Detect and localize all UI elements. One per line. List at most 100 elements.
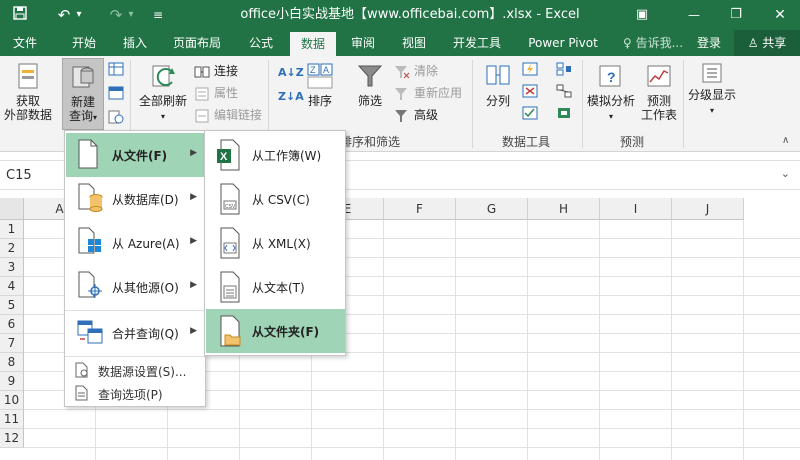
menu-item-label: 从 Azure(A) [112, 237, 180, 251]
svg-text:Z: Z [310, 65, 316, 75]
menu-item-label: 从文件(F) [112, 149, 168, 163]
menu-item-from-xml[interactable]: 从 XML(X) [206, 221, 345, 265]
what-if-analysis-button[interactable]: ? 模拟分析 ▾ [584, 62, 638, 124]
menu-item-label: 从工作簿(W) [252, 149, 322, 163]
submenu-arrow-icon: ▶ [190, 148, 197, 158]
submenu-arrow-icon: ▶ [190, 280, 197, 290]
menu-item-data-source-settings[interactable]: 数据源设置(S)... [66, 359, 205, 381]
collapse-ribbon-icon[interactable]: ∧ [782, 132, 789, 150]
advanced-filter-icon [394, 109, 410, 123]
redo-dropdown-icon[interactable]: ▾ [124, 0, 138, 30]
sort-descending-icon[interactable]: Z↓A [278, 88, 304, 106]
save-icon[interactable] [6, 0, 34, 30]
menu-item-from-file[interactable]: 从文件(F) ▶ [66, 133, 205, 177]
menu-item-label: 从 XML(X) [252, 237, 311, 251]
tell-me-search[interactable]: ♀ 告诉我... [618, 30, 688, 56]
menu-item-label: 数据源设置(S)... [98, 365, 187, 379]
properties-button[interactable]: 属性 [194, 84, 238, 102]
filter-button[interactable]: 筛选 [352, 62, 388, 108]
menu-item-from-csv[interactable]: CSV 从 CSV(C) [206, 177, 345, 221]
tab-page-layout[interactable]: 页面布局 [164, 30, 230, 56]
menu-item-from-azure[interactable]: 从 Azure(A) ▶ [66, 221, 205, 265]
database-icon [78, 183, 103, 212]
remove-duplicates-icon[interactable] [522, 84, 538, 102]
flash-fill-icon[interactable] [522, 62, 538, 80]
menu-item-combine-queries[interactable]: 合并查询(Q) ▶ [66, 311, 205, 355]
submenu-arrow-icon: ▶ [190, 192, 197, 202]
column-header-i[interactable]: I [600, 198, 672, 220]
outline-button[interactable]: 分级显示 ▾ [686, 62, 738, 118]
sort-ascending-icon[interactable]: A↓Z [278, 64, 304, 82]
row-header-9[interactable]: 9 [0, 372, 24, 391]
get-external-data-button[interactable]: 获取 外部数据 [0, 62, 56, 122]
column-header-g[interactable]: G [456, 198, 528, 220]
edit-links-button[interactable]: 编辑链接 [194, 106, 262, 124]
edit-links-icon [194, 109, 210, 123]
folder-icon [220, 315, 241, 347]
connections-button[interactable]: 连接 [194, 62, 238, 80]
row-header-5[interactable]: 5 [0, 296, 24, 315]
from-table-icon[interactable] [108, 86, 124, 104]
csv-file-icon: CSV [220, 183, 240, 215]
sort-button[interactable]: ZA 排序 [302, 62, 338, 108]
tab-formulas[interactable]: 公式 [238, 30, 284, 56]
relationships-icon[interactable] [556, 84, 572, 102]
advanced-filter-button[interactable]: 高级 [394, 106, 438, 124]
tab-insert[interactable]: 插入 [112, 30, 158, 56]
column-header-h[interactable]: H [528, 198, 600, 220]
select-all-corner[interactable] [0, 198, 24, 220]
tab-developer[interactable]: 开发工具 [444, 30, 510, 56]
maximize-icon[interactable]: ❐ [722, 0, 750, 30]
menu-item-from-folder[interactable]: 从文件夹(F) [206, 309, 345, 353]
menu-item-from-other-sources[interactable]: 从其他源(O) ▶ [66, 265, 205, 309]
row-header-10[interactable]: 10 [0, 391, 24, 410]
undo-dropdown-icon[interactable]: ▾ [72, 0, 86, 30]
show-queries-icon[interactable] [108, 62, 124, 80]
link-icon [194, 65, 210, 79]
dropdown-arrow-icon: ▾ [709, 106, 714, 115]
row-header-6[interactable]: 6 [0, 315, 24, 334]
sign-in-link[interactable]: 登录 [692, 30, 726, 56]
minimize-icon[interactable]: — [680, 0, 708, 30]
customize-toolbar-icon[interactable]: ≡ [144, 0, 172, 30]
row-header-8[interactable]: 8 [0, 353, 24, 372]
reapply-button[interactable]: 重新应用 [394, 84, 462, 102]
tab-file[interactable]: 文件 [0, 30, 50, 56]
name-box[interactable]: C15 [0, 166, 60, 186]
row-header-1[interactable]: 1 [0, 220, 24, 239]
tab-review[interactable]: 审阅 [342, 30, 384, 56]
refresh-all-button[interactable]: 全部刷新 ▾ [136, 62, 190, 124]
forecast-sheet-button[interactable]: 预测 工作表 [638, 62, 680, 122]
row-header-12[interactable]: 12 [0, 429, 24, 448]
row-header-7[interactable]: 7 [0, 334, 24, 353]
share-button[interactable]: ♙ 共享 [734, 30, 800, 56]
menu-item-label: 合并查询(Q) [112, 327, 179, 341]
tab-data[interactable]: 数据 [290, 32, 336, 56]
row-header-3[interactable]: 3 [0, 258, 24, 277]
text-to-columns-button[interactable]: 分列 [478, 62, 518, 108]
menu-item-from-text[interactable]: 从文本(T) [206, 265, 345, 309]
expand-formula-bar-icon[interactable]: ⌄ [781, 167, 790, 180]
clear-filter-button[interactable]: 清除 [394, 62, 438, 80]
row-header-2[interactable]: 2 [0, 239, 24, 258]
column-header-j[interactable]: J [672, 198, 744, 220]
menu-item-from-database[interactable]: 从数据库(D) ▶ [66, 177, 205, 221]
row-header-11[interactable]: 11 [0, 410, 24, 429]
ribbon-display-icon[interactable]: ▣ [628, 0, 656, 30]
new-query-icon [72, 66, 94, 88]
new-query-button[interactable]: 新建 查询▾ [62, 58, 104, 130]
row-header-4[interactable]: 4 [0, 277, 24, 296]
new-query-label: 新建 查询 [68, 95, 95, 123]
data-validation-icon[interactable] [522, 106, 538, 124]
column-header-f[interactable]: F [384, 198, 456, 220]
tab-view[interactable]: 视图 [392, 30, 436, 56]
data-model-icon[interactable] [556, 106, 572, 124]
recent-sources-icon[interactable] [108, 110, 124, 128]
close-icon[interactable]: ✕ [766, 0, 794, 30]
tab-home[interactable]: 开始 [58, 30, 110, 56]
tab-power-pivot[interactable]: Power Pivot [520, 30, 606, 56]
menu-item-query-options[interactable]: 查询选项(P) [66, 382, 205, 404]
svg-text:A: A [323, 65, 329, 75]
menu-item-from-workbook[interactable]: X 从工作簿(W) [206, 133, 345, 177]
consolidate-icon[interactable] [556, 62, 572, 80]
